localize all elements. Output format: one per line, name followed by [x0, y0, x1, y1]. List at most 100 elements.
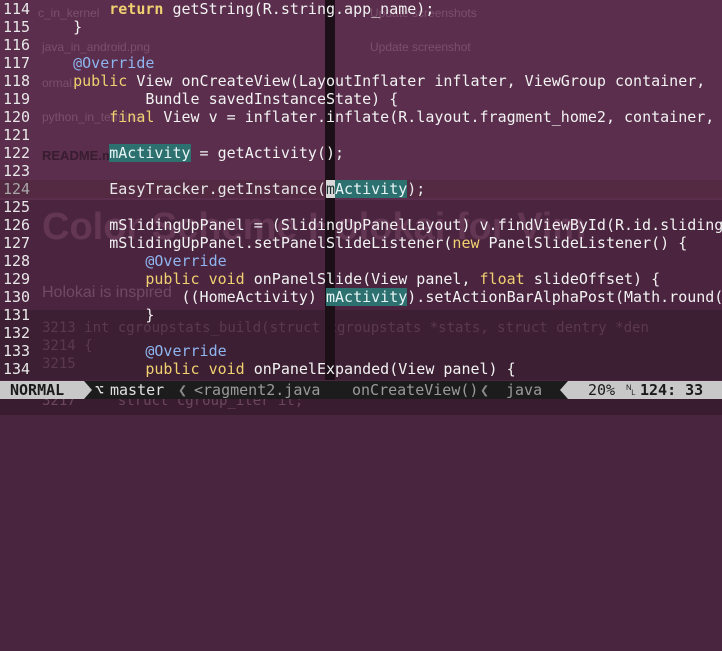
code-text[interactable]: } [37, 18, 82, 36]
code-token: ((HomeActivity) [37, 288, 326, 306]
mode-indicator: NORMAL [0, 381, 84, 399]
line-number: 131 [3, 306, 31, 324]
code-token: View onCreateView(LayoutInflater inflate… [127, 72, 706, 90]
code-text[interactable]: public View onCreateView(LayoutInflater … [37, 72, 705, 90]
code-token: mSlidingUpPanel.setPanelSlideListener( [37, 234, 453, 252]
code-text[interactable]: mSlidingUpPanel.setPanelSlideListener(ne… [37, 234, 687, 252]
separator-arrow-icon [84, 381, 92, 399]
line-number: 126 [3, 216, 31, 234]
code-lines[interactable]: 114 return getString(R.string.app_name);… [0, 0, 722, 378]
code-line[interactable]: 131 } [0, 306, 722, 324]
code-token: return [109, 0, 164, 18]
code-text[interactable]: @Override [37, 342, 227, 360]
code-line[interactable]: 133 @Override [0, 342, 722, 360]
line-number: 119 [3, 90, 31, 108]
line-number: 127 [3, 234, 31, 252]
code-token: ); [407, 180, 426, 198]
code-text[interactable]: public void onPanelSlide(View panel, flo… [37, 270, 660, 288]
line-number: 125 [3, 198, 31, 216]
file-type: java [506, 381, 543, 399]
code-text[interactable]: final View v = inflater.inflate(R.layout… [37, 108, 714, 126]
code-token: public [145, 360, 200, 378]
function-name: onCreateView() [352, 381, 479, 399]
line-number: 117 [3, 54, 31, 72]
code-line[interactable]: 119 Bundle savedInstanceState) { [0, 90, 722, 108]
line-number: 129 [3, 270, 31, 288]
ghost-code: 3217 struct cgroup_iter it; [42, 399, 304, 409]
code-text[interactable]: return getString(R.string.app_name); [37, 0, 434, 18]
code-token: } [37, 306, 155, 324]
code-text[interactable]: Bundle savedInstanceState) { [37, 90, 398, 108]
code-token: View v = inflater.inflate(R.layout.fragm… [154, 108, 715, 126]
code-token: = getActivity(); [190, 144, 345, 162]
code-line[interactable]: 124 EasyTracker.getInstance(mActivity); [0, 180, 722, 198]
search-match: mActivity [325, 288, 408, 306]
code-line[interactable]: 127 mSlidingUpPanel.setPanelSlideListene… [0, 234, 722, 252]
code-text[interactable]: @Override [37, 54, 154, 72]
line-number: 120 [3, 108, 31, 126]
code-line[interactable]: 120 final View v = inflater.inflate(R.la… [0, 108, 722, 126]
code-token: void [208, 270, 245, 288]
line-number: 114 [3, 0, 31, 18]
line-number-icon: ␤ [625, 381, 638, 399]
git-branch: master [110, 381, 165, 399]
code-token: onPanelSlide(View panel, [244, 270, 480, 288]
separator-arrow-icon [560, 381, 568, 399]
file-name: <ragment2.java [194, 381, 321, 399]
code-line[interactable]: 132 [0, 324, 722, 342]
line-number: 116 [3, 36, 31, 54]
code-text[interactable]: mSlidingUpPanel = (SlidingUpPanelLayout)… [37, 216, 722, 234]
code-token: ).setActionBarAlphaPost(Math.round( [407, 288, 722, 306]
code-line[interactable]: 121 [0, 126, 722, 144]
code-line[interactable]: 128 @Override [0, 252, 722, 270]
statusline: NORMAL ⌥ master ❮ <ragment2.java onCreat… [0, 381, 722, 399]
code-token: EasyTracker.getInstance( [37, 180, 326, 198]
code-token: } [37, 18, 83, 36]
code-token: void [208, 360, 245, 378]
code-line[interactable]: 134 public void onPanelExpanded(View pan… [0, 360, 722, 378]
code-line[interactable]: 122 mActivity = getActivity(); [0, 144, 722, 162]
code-line[interactable]: 116 [0, 36, 722, 54]
code-token: Bundle savedInstanceState) { [37, 90, 399, 108]
vim-editor[interactable]: c_in_kernel Update screenshots java_in_a… [0, 0, 722, 380]
line-number: 123 [3, 162, 31, 180]
code-token: slideOffset) { [524, 270, 661, 288]
code-line[interactable]: 125 [0, 198, 722, 216]
code-line[interactable]: 118 public View onCreateView(LayoutInfla… [0, 72, 722, 90]
code-line[interactable]: 126 mSlidingUpPanel = (SlidingUpPanelLay… [0, 216, 722, 234]
code-token: @Override [145, 252, 227, 270]
code-text[interactable]: mActivity = getActivity(); [37, 144, 344, 162]
code-token: @Override [73, 54, 155, 72]
code-line[interactable]: 117 @Override [0, 54, 722, 72]
code-line[interactable]: 114 return getString(R.string.app_name); [0, 0, 722, 18]
code-line[interactable]: 130 ((HomeActivity) mActivity).setAction… [0, 288, 722, 306]
code-text[interactable]: EasyTracker.getInstance(mActivity); [37, 180, 425, 198]
line-number: 124 [3, 180, 31, 198]
code-line[interactable]: 129 public void onPanelSlide(View panel,… [0, 270, 722, 288]
line-number: 121 [3, 126, 31, 144]
code-text[interactable]: public void onPanelExpanded(View panel) … [37, 360, 516, 378]
code-line[interactable]: 115 } [0, 18, 722, 36]
line-number: 133 [3, 342, 31, 360]
divider-icon: ❮ [178, 381, 188, 399]
code-text[interactable]: } [37, 306, 154, 324]
code-token: public [145, 270, 200, 288]
code-text[interactable]: ((HomeActivity) mActivity).setActionBarA… [37, 288, 722, 306]
code-text[interactable]: @Override [37, 252, 227, 270]
line-number: 134 [3, 360, 31, 378]
code-token: onPanelExpanded(View panel) { [244, 360, 516, 378]
line-number: 122 [3, 144, 31, 162]
code-token: final [109, 108, 155, 126]
code-line[interactable]: 123 [0, 162, 722, 180]
code-token: @Override [145, 342, 227, 360]
cursor: m [325, 180, 336, 198]
